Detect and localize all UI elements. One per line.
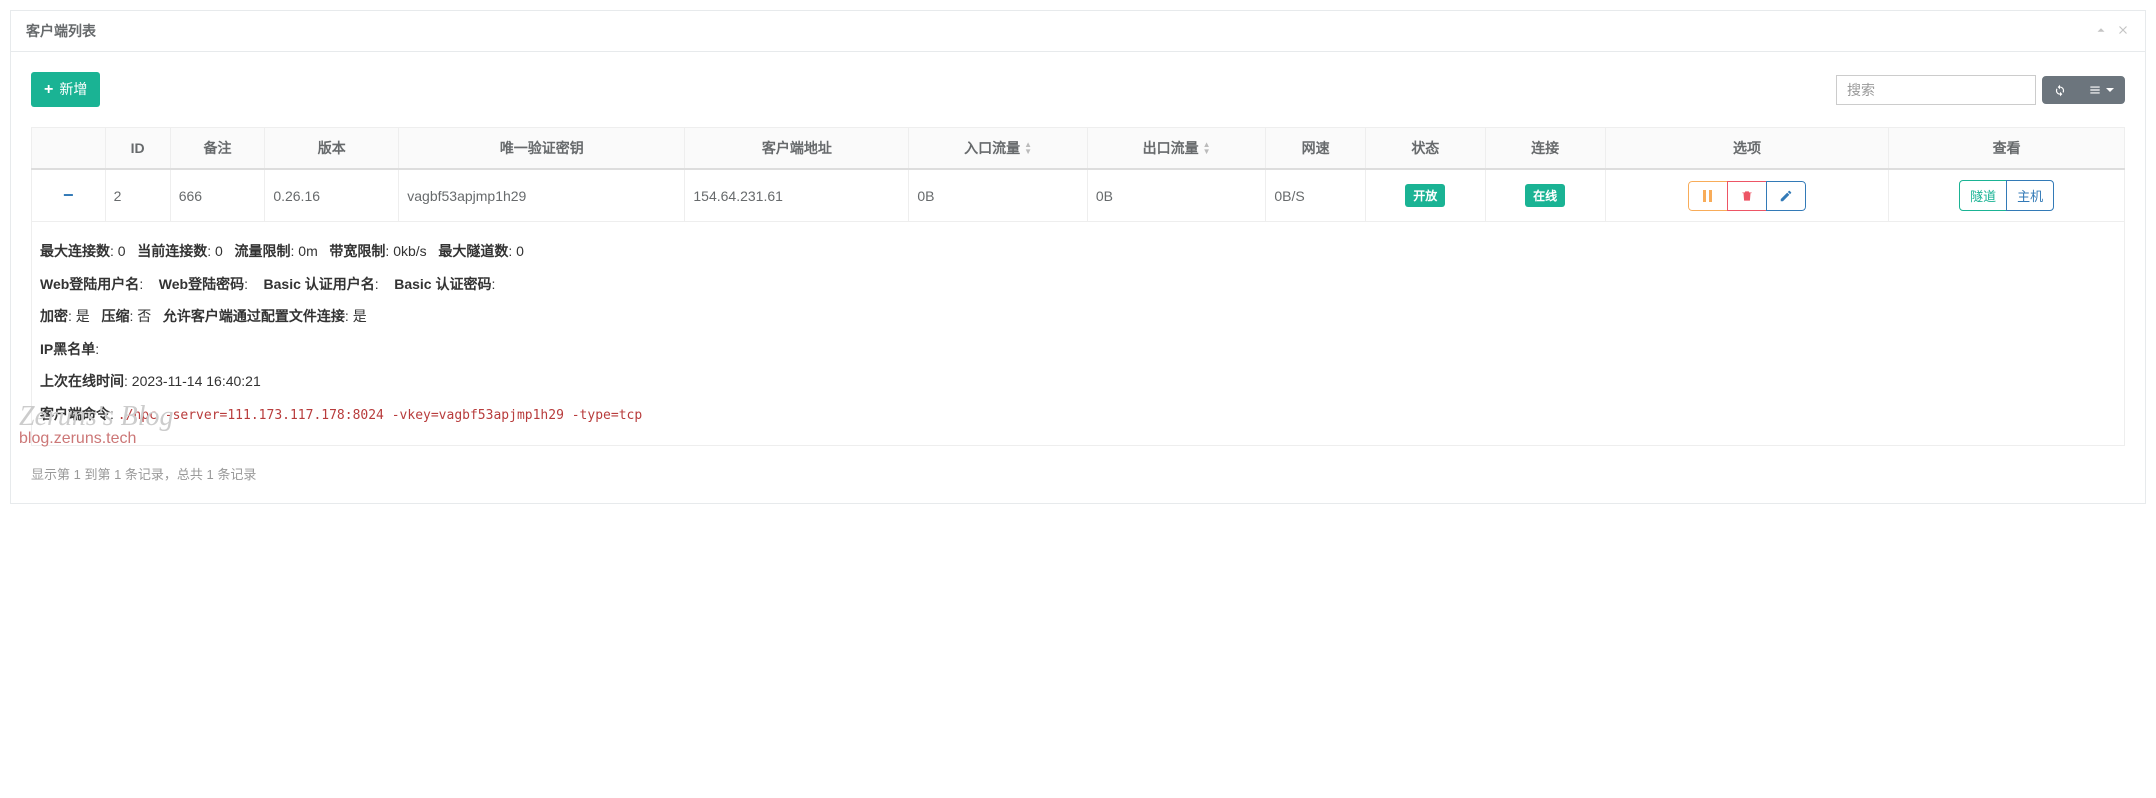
col-id[interactable]: ID bbox=[105, 128, 170, 170]
client-list-panel: 客户端列表 + 新增 bbox=[10, 10, 2146, 504]
cell-version: 0.26.16 bbox=[265, 169, 399, 222]
toolbar: + 新增 bbox=[31, 72, 2125, 107]
client-table: ID 备注 版本 唯一验证密钥 客户端地址 入口流量▲▼ 出口流量▲▼ 网速 状… bbox=[31, 127, 2125, 446]
plus-icon: + bbox=[44, 83, 53, 97]
panel-heading: 客户端列表 bbox=[11, 11, 2145, 52]
col-conn[interactable]: 连接 bbox=[1485, 128, 1605, 170]
toolbar-right bbox=[1836, 75, 2125, 105]
cell-out: 0B bbox=[1087, 169, 1266, 222]
list-icon bbox=[2088, 83, 2102, 97]
cell-speed: 0B/S bbox=[1266, 169, 1366, 222]
col-in[interactable]: 入口流量▲▼ bbox=[909, 128, 1088, 170]
detail-row: 最大连接数: 0 当前连接数: 0 流量限制: 0m 带宽限制: 0kb/s 最… bbox=[32, 222, 2125, 446]
delete-button[interactable] bbox=[1727, 181, 1767, 211]
sort-icon: ▲▼ bbox=[1024, 141, 1032, 155]
sort-icon: ▲▼ bbox=[1203, 141, 1211, 155]
collapse-icon[interactable] bbox=[2094, 23, 2108, 40]
cell-addr: 154.64.231.61 bbox=[685, 169, 909, 222]
col-status[interactable]: 状态 bbox=[1365, 128, 1485, 170]
panel-title: 客户端列表 bbox=[26, 21, 96, 41]
close-icon[interactable] bbox=[2116, 23, 2130, 40]
panel-tools bbox=[2094, 23, 2130, 40]
refresh-icon bbox=[2053, 83, 2067, 97]
col-vkey[interactable]: 唯一验证密钥 bbox=[399, 128, 685, 170]
search-input[interactable] bbox=[1836, 75, 2036, 105]
col-remark[interactable]: 备注 bbox=[170, 128, 265, 170]
cell-vkey: vagbf53apjmp1h29 bbox=[399, 169, 685, 222]
trash-icon bbox=[1740, 189, 1754, 203]
cell-in: 0B bbox=[909, 169, 1088, 222]
col-options[interactable]: 选项 bbox=[1605, 128, 1889, 170]
status-badge: 开放 bbox=[1405, 184, 1445, 207]
pause-button[interactable] bbox=[1688, 181, 1728, 211]
expand-toggle[interactable]: − bbox=[59, 185, 77, 206]
table-header-row: ID 备注 版本 唯一验证密钥 客户端地址 入口流量▲▼ 出口流量▲▼ 网速 状… bbox=[32, 128, 2125, 170]
col-addr[interactable]: 客户端地址 bbox=[685, 128, 909, 170]
pagination-info: 显示第 1 到第 1 条记录，总共 1 条记录 bbox=[31, 464, 2125, 483]
col-version[interactable]: 版本 bbox=[265, 128, 399, 170]
tunnel-button[interactable]: 隧道 bbox=[1959, 180, 2007, 211]
panel-body: + 新增 ID bbox=[11, 52, 2145, 503]
col-expand bbox=[32, 128, 106, 170]
host-button[interactable]: 主机 bbox=[2006, 180, 2054, 211]
edit-icon bbox=[1779, 189, 1793, 203]
col-out[interactable]: 出口流量▲▼ bbox=[1087, 128, 1266, 170]
caret-down-icon bbox=[2106, 88, 2114, 92]
add-button-label: 新增 bbox=[59, 79, 87, 100]
options-group bbox=[1688, 181, 1806, 211]
col-view[interactable]: 查看 bbox=[1889, 128, 2125, 170]
col-speed[interactable]: 网速 bbox=[1266, 128, 1366, 170]
edit-button[interactable] bbox=[1766, 181, 1806, 211]
cell-remark: 666 bbox=[170, 169, 265, 222]
cell-id: 2 bbox=[105, 169, 170, 222]
pause-icon bbox=[1703, 190, 1712, 202]
toolbar-button-group bbox=[2042, 76, 2125, 104]
conn-badge: 在线 bbox=[1525, 184, 1565, 207]
view-group: 隧道 主机 bbox=[1959, 180, 2054, 211]
refresh-button[interactable] bbox=[2042, 76, 2078, 104]
columns-button[interactable] bbox=[2077, 76, 2125, 104]
client-command: ./npc -server=111.173.117.178:8024 -vkey… bbox=[118, 408, 642, 423]
table-row: − 2 666 0.26.16 vagbf53apjmp1h29 154.64.… bbox=[32, 169, 2125, 222]
add-button[interactable]: + 新增 bbox=[31, 72, 100, 107]
